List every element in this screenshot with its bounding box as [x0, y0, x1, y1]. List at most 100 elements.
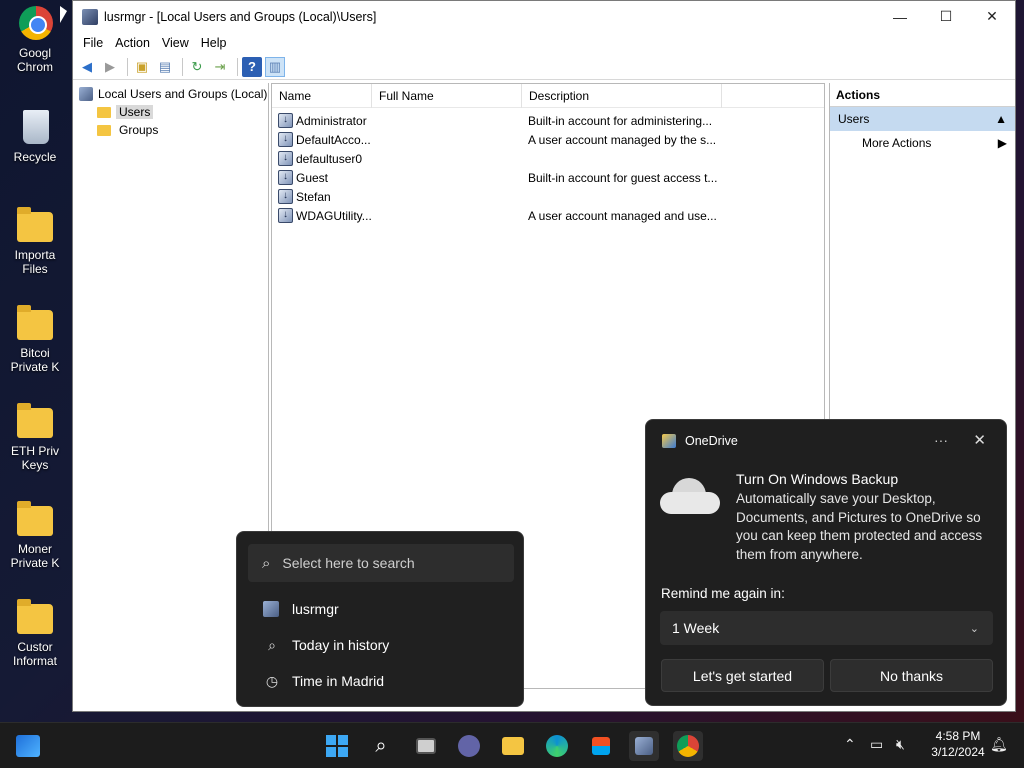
user-description: A user account managed by the s... — [528, 132, 717, 147]
collapse-up-icon[interactable]: ▲ — [995, 107, 1007, 131]
search-icon[interactable]: ⌕ — [366, 731, 396, 761]
export-list-icon[interactable]: ⇥ — [210, 57, 230, 77]
user-description: Built-in account for administering... — [528, 113, 713, 128]
volume-muted-icon[interactable]: 🔇︎ — [896, 736, 905, 753]
close-notification-button[interactable]: ✕ — [973, 431, 986, 449]
lets-get-started-button[interactable]: Let's get started — [661, 659, 824, 692]
no-thanks-button[interactable]: No thanks — [830, 659, 993, 692]
column-header-full-name[interactable]: Full Name — [372, 83, 522, 108]
tree-root[interactable]: Local Users and Groups (Local) — [73, 85, 268, 103]
notification-app-name: OneDrive — [685, 434, 738, 448]
widgets-icon[interactable] — [13, 731, 43, 761]
desktop-icon-eth[interactable]: ETH Priv Keys — [0, 403, 70, 472]
user-name: Administrator — [296, 113, 367, 128]
help-icon[interactable]: ? — [242, 56, 262, 77]
remind-label: Remind me again in: — [661, 586, 785, 601]
tree-item-groups[interactable]: Groups — [73, 121, 268, 139]
menu-view[interactable]: View — [156, 36, 195, 50]
network-icon[interactable]: ▭ — [870, 736, 883, 753]
desktop-icon-monero[interactable]: Moner Private K — [0, 501, 70, 570]
tree-item-users[interactable]: Users — [73, 103, 268, 121]
start-button[interactable] — [322, 731, 352, 761]
recycle-bin-icon — [15, 110, 55, 146]
store-icon[interactable] — [586, 731, 616, 761]
search-result-label: Today in history — [292, 637, 390, 653]
close-button[interactable]: ✕ — [969, 1, 1015, 32]
chevron-right-icon: ▶ — [997, 136, 1007, 150]
show-hide-action-pane-icon[interactable]: ▥ — [265, 56, 285, 77]
notification-title: Turn On Windows Backup — [736, 471, 899, 487]
search-input[interactable]: ⌕ Select here to search — [248, 544, 514, 582]
folder-icon — [15, 501, 55, 538]
title-bar[interactable]: lusrmgr - [Local Users and Groups (Local… — [73, 1, 1015, 32]
folder-icon — [15, 207, 55, 244]
desktop-icon-label: Custor Informat — [12, 640, 57, 668]
show-hide-tree-icon[interactable]: ▤ — [155, 57, 175, 77]
lusrmgr-icon — [263, 601, 279, 617]
table-row[interactable]: WDAGUtility... A user account managed an… — [272, 206, 824, 225]
toolbar-separator — [182, 57, 183, 76]
chrome-icon[interactable] — [673, 731, 703, 761]
table-row[interactable]: defaultuser0 — [272, 149, 824, 168]
table-row[interactable]: Guest Built-in account for guest access … — [272, 168, 824, 187]
chevron-down-icon: ⌄ — [969, 622, 979, 635]
notification-header: OneDrive — [662, 434, 738, 448]
folder-icon — [15, 599, 55, 636]
chevron-up-icon[interactable]: ⌃ — [844, 736, 856, 753]
column-header-description[interactable]: Description — [522, 83, 722, 108]
back-arrow-icon[interactable]: ◀ — [77, 57, 97, 77]
desktop-icon-important-files[interactable]: Importa Files — [0, 207, 70, 276]
table-row[interactable]: Stefan — [272, 187, 824, 206]
more-options-button[interactable]: ··· — [934, 432, 948, 448]
actions-header: Actions — [830, 83, 1015, 107]
toolbar-separator — [127, 57, 128, 76]
search-icon: ⌕ — [268, 636, 276, 653]
taskbar-clock[interactable]: 4:58 PM 3/12/2024 — [922, 728, 994, 760]
teams-chat-icon[interactable] — [454, 731, 484, 761]
file-explorer-icon[interactable] — [498, 731, 528, 761]
menu-help[interactable]: Help — [195, 36, 233, 50]
remind-select[interactable]: 1 Week ⌄ — [660, 611, 993, 645]
folder-icon — [97, 124, 111, 136]
actions-section-users[interactable]: Users ▲ — [830, 107, 1015, 131]
notification-body: Automatically save your Desktop, Documen… — [736, 491, 983, 562]
clock-time: 4:58 PM — [935, 729, 981, 743]
search-result-label: Time in Madrid — [292, 673, 385, 689]
column-header-name[interactable]: Name — [272, 83, 372, 108]
desktop-icon-label: Importa Files — [14, 248, 56, 276]
desktop-icon-recycle-bin[interactable]: Recycle — [0, 110, 70, 164]
toolbar-separator — [237, 57, 238, 76]
user-name: WDAGUtility... — [296, 208, 372, 223]
list-header: Name Full Name Description — [272, 83, 824, 108]
task-view-icon[interactable] — [411, 731, 441, 761]
user-name: Guest — [296, 170, 329, 185]
menu-action[interactable]: Action — [109, 36, 156, 50]
refresh-icon[interactable]: ↻ — [187, 57, 207, 77]
lusrmgr-taskbar-icon[interactable] — [629, 731, 659, 761]
minimize-button[interactable]: — — [877, 1, 923, 32]
clock-icon: ◷ — [265, 672, 279, 689]
edge-icon[interactable] — [542, 731, 572, 761]
search-result-lusrmgr[interactable]: lusrmgr — [263, 599, 339, 619]
forward-arrow-icon[interactable]: ▶ — [100, 57, 120, 77]
up-folder-icon[interactable]: ▣ — [132, 57, 152, 77]
desktop-icon-custom[interactable]: Custor Informat — [0, 599, 70, 668]
more-actions-item[interactable]: More Actions ▶ — [830, 131, 1015, 155]
tree-item-label: Users — [116, 105, 154, 119]
chrome-icon — [15, 6, 55, 42]
user-icon — [278, 208, 293, 223]
desktop-icon-label: ETH Priv Keys — [11, 444, 59, 472]
user-icon — [278, 132, 293, 147]
search-result-time-in-madrid[interactable]: ◷ Time in Madrid — [263, 671, 384, 691]
tree-root-label: Local Users and Groups (Local) — [98, 87, 268, 101]
menu-file[interactable]: File — [77, 36, 109, 50]
maximize-button[interactable]: ☐ — [923, 1, 969, 32]
table-row[interactable]: Administrator Built-in account for admin… — [272, 111, 824, 130]
folder-icon — [15, 305, 55, 342]
user-icon — [278, 189, 293, 204]
search-result-today-in-history[interactable]: ⌕ Today in history — [263, 635, 389, 655]
mouse-cursor — [60, 6, 67, 23]
tree-item-label: Groups — [119, 123, 159, 137]
table-row[interactable]: DefaultAcco... A user account managed by… — [272, 130, 824, 149]
desktop-icon-bitcoin[interactable]: Bitcoi Private K — [0, 305, 70, 374]
